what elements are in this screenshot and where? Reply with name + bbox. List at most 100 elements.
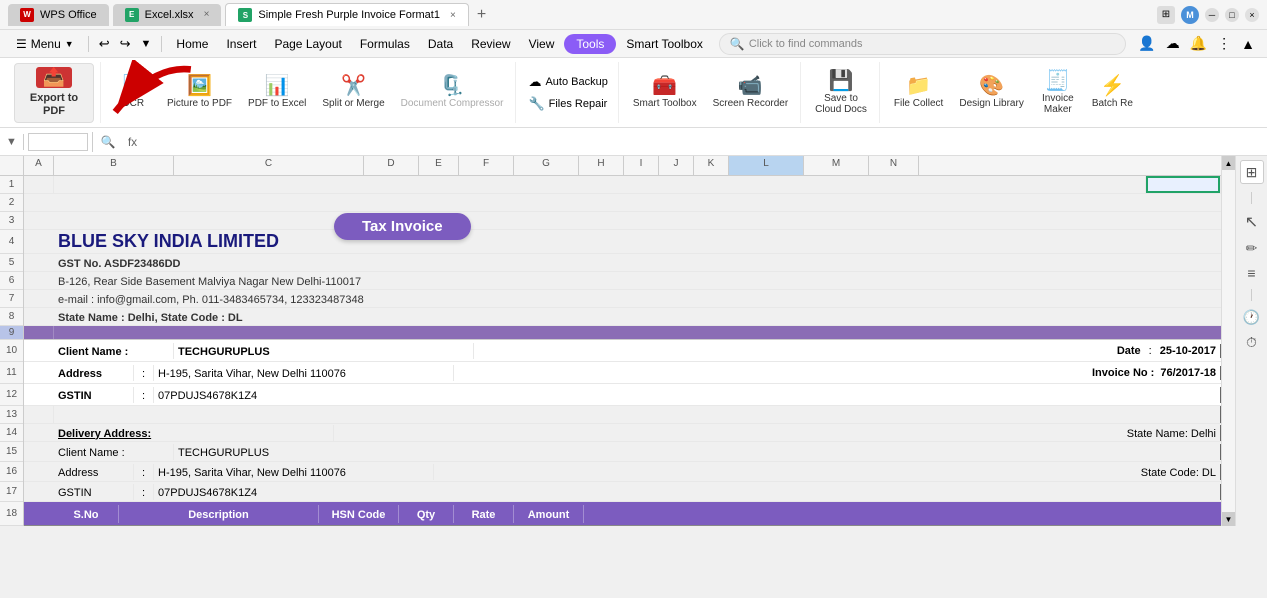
cell-B10[interactable]: Client Name : xyxy=(54,343,174,359)
cell-C18[interactable]: Description xyxy=(119,505,319,523)
smart-toolbox-button[interactable]: 🧰 Smart Toolbox xyxy=(627,63,703,123)
doc-compressor-button[interactable]: 🗜️ Document Compressor xyxy=(395,63,510,123)
cell-B4[interactable]: BLUE SKY INDIA LIMITED xyxy=(54,230,1221,253)
cell-L1[interactable] xyxy=(1146,176,1221,193)
cell-rest-13[interactable] xyxy=(54,406,1221,423)
cell-rest-9[interactable] xyxy=(54,326,1221,339)
paint-icon[interactable]: ✏ xyxy=(1246,240,1258,257)
col-header-M[interactable]: M xyxy=(804,156,869,175)
cell-row2-rest[interactable] xyxy=(724,194,1221,211)
cell-state-name-14[interactable]: State Name: Delhi xyxy=(334,425,1221,441)
cell-B5[interactable]: GST No. ASDF23486DD xyxy=(54,255,1221,271)
cell-G18[interactable]: Amount xyxy=(514,505,584,523)
export-to-pdf-button[interactable]: 📤 Export toPDF xyxy=(14,63,94,123)
screen-recorder-button[interactable]: 📹 Screen Recorder xyxy=(707,63,795,123)
hamburger-menu[interactable]: ☰ Menu ▼ xyxy=(8,33,82,55)
window-icon[interactable]: ⊞ xyxy=(1157,6,1175,24)
name-box[interactable] xyxy=(28,133,88,151)
redo-icon[interactable]: ↪ xyxy=(116,34,135,54)
menu-view[interactable]: View xyxy=(521,33,563,55)
cloud-icon[interactable]: ☁ xyxy=(1162,33,1184,54)
close-button[interactable]: × xyxy=(1245,8,1259,22)
col-header-I[interactable]: I xyxy=(624,156,659,175)
cell-A9[interactable] xyxy=(24,326,54,339)
menu-formulas[interactable]: Formulas xyxy=(352,33,418,55)
col-header-G[interactable]: G xyxy=(514,156,579,175)
collapse-icon[interactable]: ▲ xyxy=(1237,34,1259,54)
cell-B16[interactable]: Address xyxy=(54,464,134,480)
cell-C16-colon[interactable]: : xyxy=(134,464,154,480)
cell-D18[interactable]: HSN Code xyxy=(319,505,399,523)
right-panel-icon-1[interactable]: ⊞ xyxy=(1240,160,1264,184)
col-header-F[interactable]: F xyxy=(459,156,514,175)
picture-to-pdf-button[interactable]: 🖼️ Picture to PDF xyxy=(161,63,238,123)
col-header-C[interactable]: C xyxy=(174,156,364,175)
more-icon[interactable]: ⋮ xyxy=(1213,33,1235,54)
pdf-to-excel-button[interactable]: 📊 PDF to Excel xyxy=(242,63,312,123)
col-header-K[interactable]: K xyxy=(694,156,729,175)
align-icon[interactable]: ≡ xyxy=(1247,265,1255,281)
cell-D11[interactable]: H-195, Sarita Vihar, New Delhi 110076 xyxy=(154,365,454,381)
auto-backup-button[interactable]: ☁ Auto Backup xyxy=(524,72,611,92)
history-icon[interactable]: 🕐 xyxy=(1243,309,1260,326)
col-header-A[interactable]: A xyxy=(24,156,54,175)
share-icon[interactable]: 👤 xyxy=(1134,33,1159,54)
cell-B1[interactable] xyxy=(54,176,1146,193)
cell-C12-colon[interactable]: : xyxy=(134,387,154,403)
menu-page-layout[interactable]: Page Layout xyxy=(266,33,349,55)
vertical-scrollbar[interactable]: ▲ ▼ xyxy=(1221,156,1235,526)
maximize-button[interactable]: □ xyxy=(1225,8,1239,22)
cell-A13[interactable] xyxy=(24,406,54,423)
split-merge-button[interactable]: ✂️ Split or Merge xyxy=(316,63,390,123)
design-library-button[interactable]: 🎨 Design Library xyxy=(953,63,1029,123)
timer-icon[interactable]: ⏱ xyxy=(1246,334,1257,351)
active-tab-close[interactable]: × xyxy=(450,10,456,21)
cell-F18[interactable]: Rate xyxy=(454,505,514,523)
notification-icon[interactable]: 🔔 xyxy=(1186,33,1211,54)
col-header-D[interactable]: D xyxy=(364,156,419,175)
scroll-track[interactable] xyxy=(1222,170,1235,512)
cell-B17[interactable]: GSTIN xyxy=(54,484,134,500)
cell-D12[interactable]: 07PDUJS4678K1Z4 xyxy=(154,387,1221,403)
new-tab-button[interactable]: + xyxy=(477,6,486,24)
cell-B18[interactable]: S.No xyxy=(54,505,119,523)
cell-C11-colon[interactable]: : xyxy=(134,365,154,381)
invoice-maker-button[interactable]: 🧾 InvoiceMaker xyxy=(1034,63,1082,123)
col-header-B[interactable]: B xyxy=(54,156,174,175)
col-header-J[interactable]: J xyxy=(659,156,694,175)
wps-office-tab[interactable]: W WPS Office xyxy=(8,4,109,26)
col-header-L[interactable]: L xyxy=(729,156,804,175)
cell-state-code-16[interactable]: State Code: DL xyxy=(434,464,1221,480)
cell-B7[interactable]: e-mail : info@gmail.com, Ph. 011-3483465… xyxy=(54,291,1221,307)
active-tab[interactable]: S Simple Fresh Purple Invoice Format1 × xyxy=(225,3,468,26)
menu-home[interactable]: Home xyxy=(168,33,216,55)
files-repair-button[interactable]: 🔧 Files Repair xyxy=(524,94,611,114)
cell-B6[interactable]: B-126, Rear Side Basement Malviya Nagar … xyxy=(54,273,1221,289)
col-header-N[interactable]: N xyxy=(869,156,919,175)
minimize-button[interactable]: ─ xyxy=(1205,8,1219,22)
scroll-up-button[interactable]: ▲ xyxy=(1222,156,1235,170)
col-header-H[interactable]: H xyxy=(579,156,624,175)
formula-input[interactable] xyxy=(145,133,1263,151)
undo-icon[interactable]: ↩ xyxy=(95,34,114,54)
menu-smart-toolbox[interactable]: Smart Toolbox xyxy=(618,33,710,55)
cell-C15[interactable]: TECHGURUPLUS xyxy=(174,444,1221,460)
batch-button[interactable]: ⚡ Batch Re xyxy=(1086,63,1139,123)
ocr-button[interactable]: 📄 OCR xyxy=(109,63,157,123)
menu-insert[interactable]: Insert xyxy=(218,33,264,55)
save-cloud-button[interactable]: 💾 Save toCloud Docs xyxy=(809,63,873,123)
cell-D16[interactable]: H-195, Sarita Vihar, New Delhi 110076 xyxy=(154,464,434,480)
scroll-down-button[interactable]: ▼ xyxy=(1222,512,1235,526)
cell-B12[interactable]: GSTIN xyxy=(54,387,134,403)
user-avatar[interactable]: M xyxy=(1181,6,1199,24)
file-collect-button[interactable]: 📁 File Collect xyxy=(888,63,949,123)
cell-B8[interactable]: State Name : Delhi, State Code : DL xyxy=(54,309,1221,325)
col-header-E[interactable]: E xyxy=(419,156,459,175)
cell-B15[interactable]: Client Name : xyxy=(54,444,174,460)
cell-A1[interactable] xyxy=(24,176,54,193)
cell-E18[interactable]: Qty xyxy=(399,505,454,523)
cell-C10[interactable]: TECHGURUPLUS xyxy=(174,343,474,359)
cell-row2-span[interactable] xyxy=(24,194,724,211)
more-undo-icon[interactable]: ▼ xyxy=(137,36,156,52)
menu-review[interactable]: Review xyxy=(463,33,518,55)
